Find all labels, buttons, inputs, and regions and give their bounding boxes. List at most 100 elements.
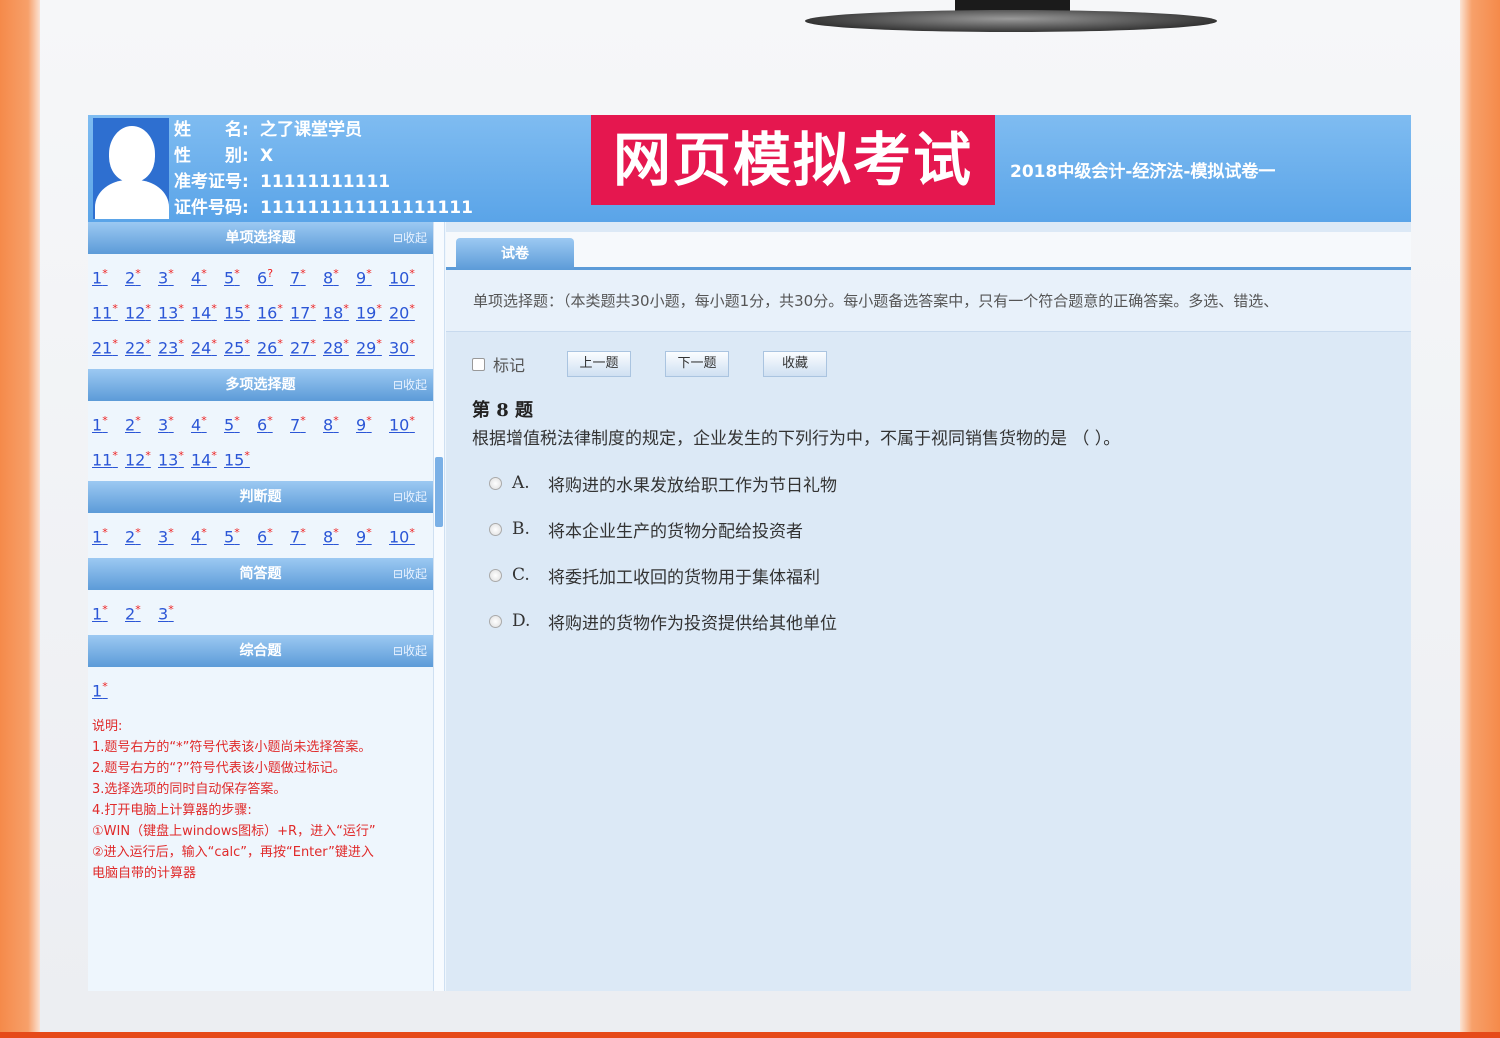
question-link[interactable]: 4* [191,414,224,434]
question-number-grid: 1* 2* 3* 4* 5* 6? 7* 8* 9* 10* 11* 12* 13* 14* 15* 16* 1… [88,254,433,369]
unanswered-mark: * [234,267,240,281]
question-link[interactable]: 13* [158,302,191,322]
splitter-grip[interactable] [435,457,443,527]
collapse-button[interactable]: ⊟收起 [393,369,427,401]
question-link[interactable]: 2* [125,526,158,546]
question-link[interactable]: 5* [224,267,257,287]
question-link[interactable]: 8* [323,414,356,434]
option-d[interactable]: D. 将购进的货物作为投资提供给其他单位 [489,598,837,644]
question-link[interactable]: 3* [158,603,191,623]
question-link[interactable]: 11* [92,302,125,322]
question-link[interactable]: 27* [290,337,323,357]
question-link[interactable]: 28* [323,337,356,357]
question-link[interactable]: 14* [191,449,224,469]
question-link[interactable]: 21* [92,337,125,357]
favorite-button[interactable]: 收藏 [763,351,828,377]
question-link[interactable]: 10* [389,267,422,287]
question-link[interactable]: 4* [191,526,224,546]
question-link[interactable]: 1* [92,414,125,434]
question-link[interactable]: 22* [125,337,158,357]
option-b[interactable]: B. 将本企业生产的货物分配给投资者 [489,506,837,552]
question-link[interactable]: 19* [356,302,389,322]
question-link[interactable]: 8* [323,267,356,287]
tab-paper[interactable]: 试卷 [456,238,574,270]
question-link[interactable]: 3* [158,267,191,287]
option-c-radio[interactable] [489,568,502,582]
question-link[interactable]: 9* [356,267,389,287]
question-link[interactable]: 5* [224,414,257,434]
panel-splitter[interactable] [433,222,445,991]
question-link[interactable]: 4* [191,267,224,287]
paper-title: 2018中级会计-经济法-模拟试卷一 [1010,162,1276,182]
question-link-number: 1 [92,268,103,288]
collapse-button[interactable]: ⊟收起 [393,635,427,667]
question-link[interactable]: 16* [257,302,290,322]
question-link[interactable]: 10* [389,414,422,434]
question-link-number: 10 [389,415,410,435]
question-link-number: 4 [191,415,202,435]
question-link[interactable]: 23* [158,337,191,357]
question-link[interactable]: 12* [125,449,158,469]
question-link[interactable]: 2* [125,603,158,623]
unanswered-mark: * [310,337,316,351]
note-line: ①WIN（键盘上windows图标）+R，进入“运行” [92,824,376,839]
question-link-number: 29 [356,338,377,358]
question-link[interactable]: 1* [92,603,125,623]
question-link[interactable]: 13* [158,449,191,469]
question-link[interactable]: 11* [92,449,125,469]
question-link[interactable]: 6* [257,526,290,546]
question-link[interactable]: 2* [125,414,158,434]
option-a[interactable]: A. 将购进的水果发放给职工作为节日礼物 [489,460,837,506]
question-link[interactable]: 15* [224,449,257,469]
question-link[interactable]: 8* [323,526,356,546]
question-link[interactable]: 1* [92,680,125,700]
option-a-radio[interactable] [489,476,502,490]
question-link[interactable]: 3* [158,414,191,434]
name-label: 姓 名: [174,120,249,140]
unanswered-mark: * [201,267,207,281]
collapse-button[interactable]: ⊟收起 [393,222,427,254]
question-link[interactable]: 7* [290,267,323,287]
section-title: 综合题 [239,643,282,659]
next-button[interactable]: 下一题 [665,351,730,377]
question-number-row: 1* 2* 3* [92,596,431,631]
prev-button[interactable]: 上一题 [567,351,632,377]
question-link-number: 30 [389,338,410,358]
section-header: 判断题 ⊟收起 [88,481,433,513]
question-link[interactable]: 10* [389,526,422,546]
avatar-body [95,180,169,219]
question-link[interactable]: 25* [224,337,257,357]
collapse-button[interactable]: ⊟收起 [393,481,427,513]
brand-banner: 网页模拟考试 [591,115,995,205]
unanswered-mark: * [409,414,415,428]
mark-checkbox[interactable] [472,357,485,371]
question-link[interactable]: 29* [356,337,389,357]
question-link-number: 23 [158,338,179,358]
section-instructions: 单项选择题：（本类题共30小题，每小题1分，共30分。每小题备选答案中，只有一个… [446,270,1411,332]
question-link[interactable]: 17* [290,302,323,322]
question-link[interactable]: 14* [191,302,224,322]
question-link[interactable]: 18* [323,302,356,322]
question-link[interactable]: 30* [389,337,422,357]
unanswered-mark: * [201,414,207,428]
question-link[interactable]: 15* [224,302,257,322]
question-link[interactable]: 9* [356,526,389,546]
question-link[interactable]: 12* [125,302,158,322]
question-link[interactable]: 6* [257,414,290,434]
question-link[interactable]: 1* [92,526,125,546]
question-link[interactable]: 9* [356,414,389,434]
question-link[interactable]: 20* [389,302,422,322]
option-b-radio[interactable] [489,522,502,536]
question-link[interactable]: 7* [290,526,323,546]
option-c[interactable]: C. 将委托加工收回的货物用于集体福利 [489,552,837,598]
question-link[interactable]: 6? [257,267,290,287]
question-link[interactable]: 24* [191,337,224,357]
question-link[interactable]: 26* [257,337,290,357]
question-link[interactable]: 2* [125,267,158,287]
option-d-radio[interactable] [489,614,502,628]
question-link[interactable]: 1* [92,267,125,287]
question-link[interactable]: 3* [158,526,191,546]
question-link[interactable]: 5* [224,526,257,546]
collapse-button[interactable]: ⊟收起 [393,558,427,590]
question-link[interactable]: 7* [290,414,323,434]
